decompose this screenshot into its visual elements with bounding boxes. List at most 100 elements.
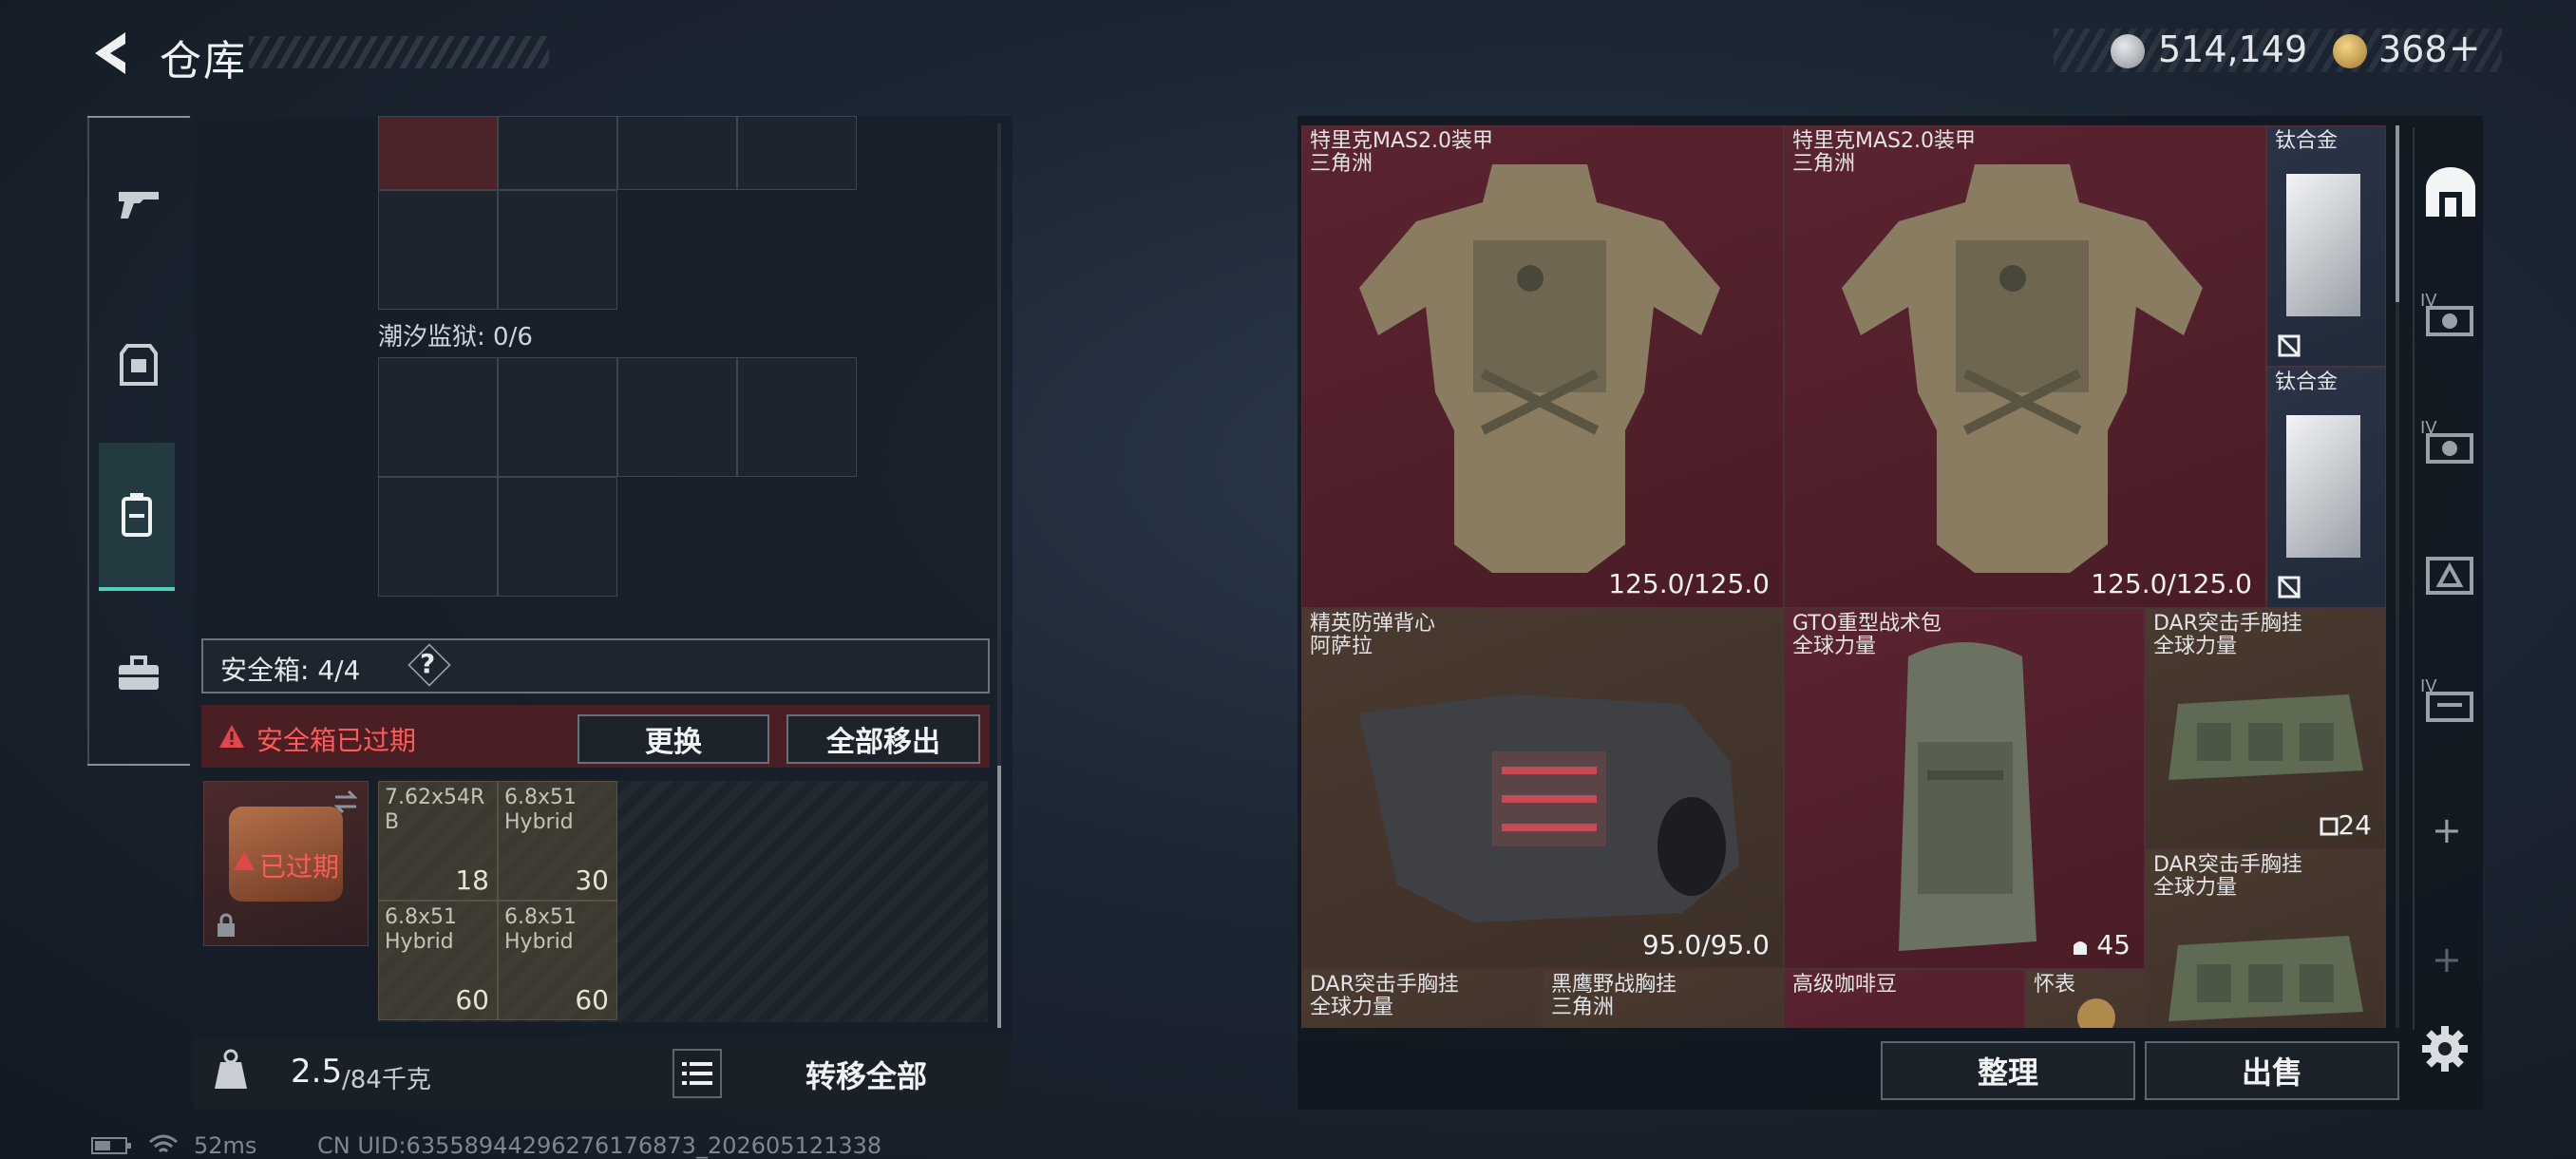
tab-tools[interactable]: [103, 638, 175, 711]
ammo-item[interactable]: 6.8x51 Hybrid 60: [378, 901, 498, 1020]
storage-tier-icon: IV: [2420, 291, 2473, 336]
storage-item[interactable]: 特里克MAS2.0装甲 三角洲 125.0/125.0: [1301, 125, 1784, 608]
gun-icon: [119, 192, 159, 218]
item-subtitle: 阿萨拉: [1310, 635, 1373, 658]
backpack-icon: [122, 493, 152, 537]
armor-icon: [120, 344, 158, 386]
settings-button[interactable]: [2420, 1024, 2470, 1074]
container-slot[interactable]: [617, 357, 737, 477]
list-view-button[interactable]: [672, 1049, 722, 1098]
item-name: 精英防弹背心: [1310, 612, 1436, 636]
side-tab-storage-2[interactable]: IV: [2420, 287, 2481, 344]
storage-tier-icon: IV: [2420, 676, 2473, 722]
gold-coin-icon: [2333, 34, 2367, 68]
side-tab-storage-5[interactable]: IV: [2420, 673, 2481, 730]
transfer-all-button[interactable]: 转移全部: [731, 1047, 1001, 1102]
pocket-watch-image: [2077, 998, 2115, 1028]
silver-coin-icon: [2111, 34, 2145, 68]
storage-item[interactable]: DAR突击手胸挂 全球力量: [2145, 849, 2386, 1028]
ammo-item[interactable]: 6.8x51 Hybrid 60: [498, 901, 617, 1020]
inventory-slot[interactable]: [378, 190, 498, 310]
capacity-icon: [2074, 941, 2087, 955]
container-slot[interactable]: [737, 357, 857, 477]
side-tab-main-storage[interactable]: [2420, 163, 2481, 220]
no-insure-icon: [2277, 575, 2301, 599]
safe-box-item[interactable]: 已过期: [203, 781, 369, 946]
backpack-image: [1899, 642, 2036, 951]
battery-icon: [91, 1137, 131, 1154]
toolbox-icon: [119, 656, 159, 690]
help-icon: ?: [420, 648, 436, 679]
swap-icon[interactable]: [331, 788, 360, 816]
uid-text: CN UID:63558944296276176873_202605121338: [317, 1132, 882, 1159]
storage-item[interactable]: 钛合金: [2266, 367, 2386, 608]
inventory-slot[interactable]: [498, 190, 617, 310]
gold-amount: 368: [2378, 28, 2448, 70]
tab-armor[interactable]: [103, 329, 175, 401]
storage-item[interactable]: GTO重型战术包 全球力量 45: [1784, 608, 2145, 969]
tab-weapons[interactable]: [103, 167, 175, 239]
add-currency-button[interactable]: +: [2449, 27, 2481, 70]
container-label: 潮汐监狱: 0/6: [378, 323, 533, 352]
item-subtitle: 三角洲: [1551, 996, 1615, 1019]
silver-amount: 514,149: [2158, 28, 2308, 70]
storage-item[interactable]: 精英防弹背心 阿萨拉 95.0/95.0: [1301, 608, 1784, 969]
storage-item[interactable]: 高级咖啡豆: [1784, 969, 2025, 1028]
inventory-slot[interactable]: [498, 116, 617, 190]
storage-item[interactable]: 钛合金: [2266, 125, 2386, 367]
storage-tier-icon: IV: [2420, 418, 2473, 464]
item-capacity: 45: [2096, 929, 2131, 960]
add-storage-button-disabled: +: [2432, 939, 2462, 980]
item-subtitle: 全球力量: [1310, 996, 1394, 1019]
item-subtitle: 全球力量: [1792, 635, 1877, 658]
storage-item[interactable]: 特里克MAS2.0装甲 三角洲 125.0/125.0: [1784, 125, 2266, 608]
add-storage-button[interactable]: +: [2432, 809, 2462, 851]
ammo-item[interactable]: 7.62x54R B 18: [378, 781, 498, 901]
item-name: 高级咖啡豆: [1792, 973, 1898, 997]
sell-button[interactable]: 出售: [2145, 1041, 2399, 1100]
side-tab-divider: [2413, 127, 2415, 1030]
tab-backpacks[interactable]: [99, 443, 175, 591]
container-slot[interactable]: [378, 357, 498, 477]
safe-box-header: 安全箱: 4/4 ?: [201, 638, 990, 694]
ammo-name: 6.8x51 Hybrid: [385, 905, 458, 954]
inventory-slot[interactable]: [378, 116, 498, 190]
wifi-icon: [149, 1134, 178, 1153]
item-capacity: 24: [2338, 809, 2372, 841]
left-scrollbar-thumb[interactable]: [997, 766, 1001, 1028]
right-scrollbar-thumb[interactable]: [2396, 125, 2399, 302]
container-slot[interactable]: [378, 477, 498, 597]
side-tab-storage-4[interactable]: [2420, 545, 2481, 602]
ammo-item[interactable]: 6.8x51 Hybrid 30: [498, 781, 617, 901]
storage-tier-icon: [2426, 557, 2473, 595]
ping-text: 52ms: [194, 1132, 257, 1159]
container-slot[interactable]: [498, 357, 617, 477]
expired-warning-text: 安全箱已过期: [256, 725, 417, 756]
sort-button[interactable]: 整理: [1881, 1041, 2135, 1100]
item-name: DAR突击手胸挂: [2153, 853, 2302, 877]
item-name: 钛合金: [2275, 370, 2339, 394]
item-durability: 125.0/125.0: [1608, 568, 1770, 599]
storage-item[interactable]: 怀表: [2025, 969, 2145, 1028]
container-slot[interactable]: [498, 477, 617, 597]
expired-badge: 已过期: [259, 851, 340, 883]
armor-image: [1359, 164, 1720, 573]
titanium-image: [2286, 174, 2360, 316]
chest-rig-image: [2169, 936, 2363, 1021]
storage-item[interactable]: DAR突击手胸挂 全球力量: [1301, 969, 1543, 1028]
storage-item[interactable]: 黑鹰野战胸挂 三角洲: [1543, 969, 1784, 1028]
chest-rig-image: [2169, 694, 2363, 780]
move-all-out-button[interactable]: 全部移出: [786, 714, 980, 764]
item-subtitle: 全球力量: [2153, 876, 2238, 900]
back-button[interactable]: [87, 28, 135, 78]
lock-icon: [218, 913, 235, 937]
storage-grid: 特里克MAS2.0装甲 三角洲 125.0/125.0 特里克MAS2.0装甲 …: [1301, 125, 2386, 1028]
item-name: DAR突击手胸挂: [2153, 612, 2302, 636]
inventory-slot[interactable]: [737, 116, 857, 190]
side-tab-storage-3[interactable]: IV: [2420, 414, 2481, 471]
inventory-slot[interactable]: [617, 116, 737, 190]
safe-box-label: 安全箱: 4/4: [220, 655, 361, 686]
replace-button[interactable]: 更换: [578, 714, 769, 764]
storage-item[interactable]: DAR突击手胸挂 全球力量 24: [2145, 608, 2386, 849]
home-storage-icon: [2426, 167, 2475, 217]
